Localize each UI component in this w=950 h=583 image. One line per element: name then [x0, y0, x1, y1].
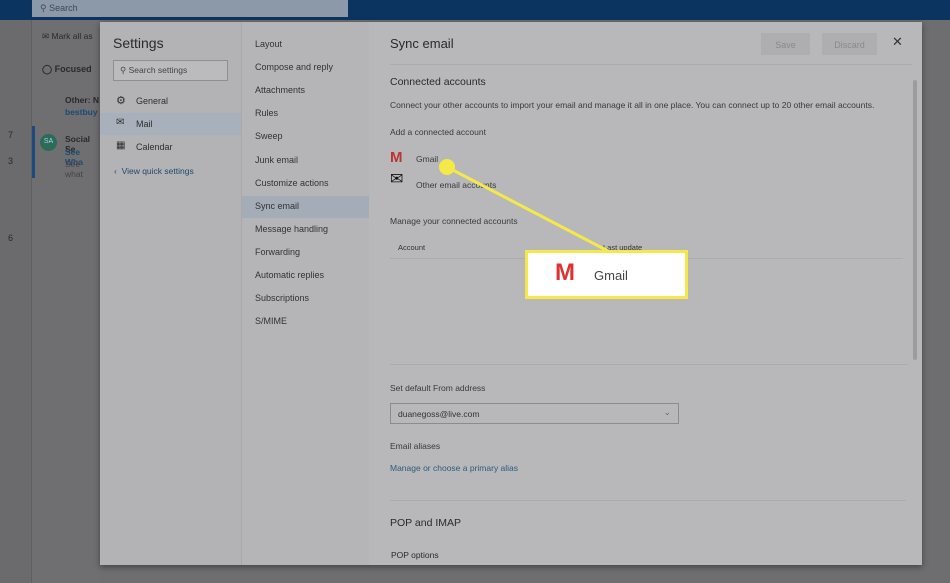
- callout-label: Gmail: [594, 268, 628, 283]
- callout-overlay: [439, 159, 609, 253]
- callout-dot: [439, 159, 455, 175]
- callout-line: [446, 165, 609, 253]
- gmail-callout: M Gmail: [525, 250, 688, 299]
- gmail-icon: M: [555, 259, 575, 286]
